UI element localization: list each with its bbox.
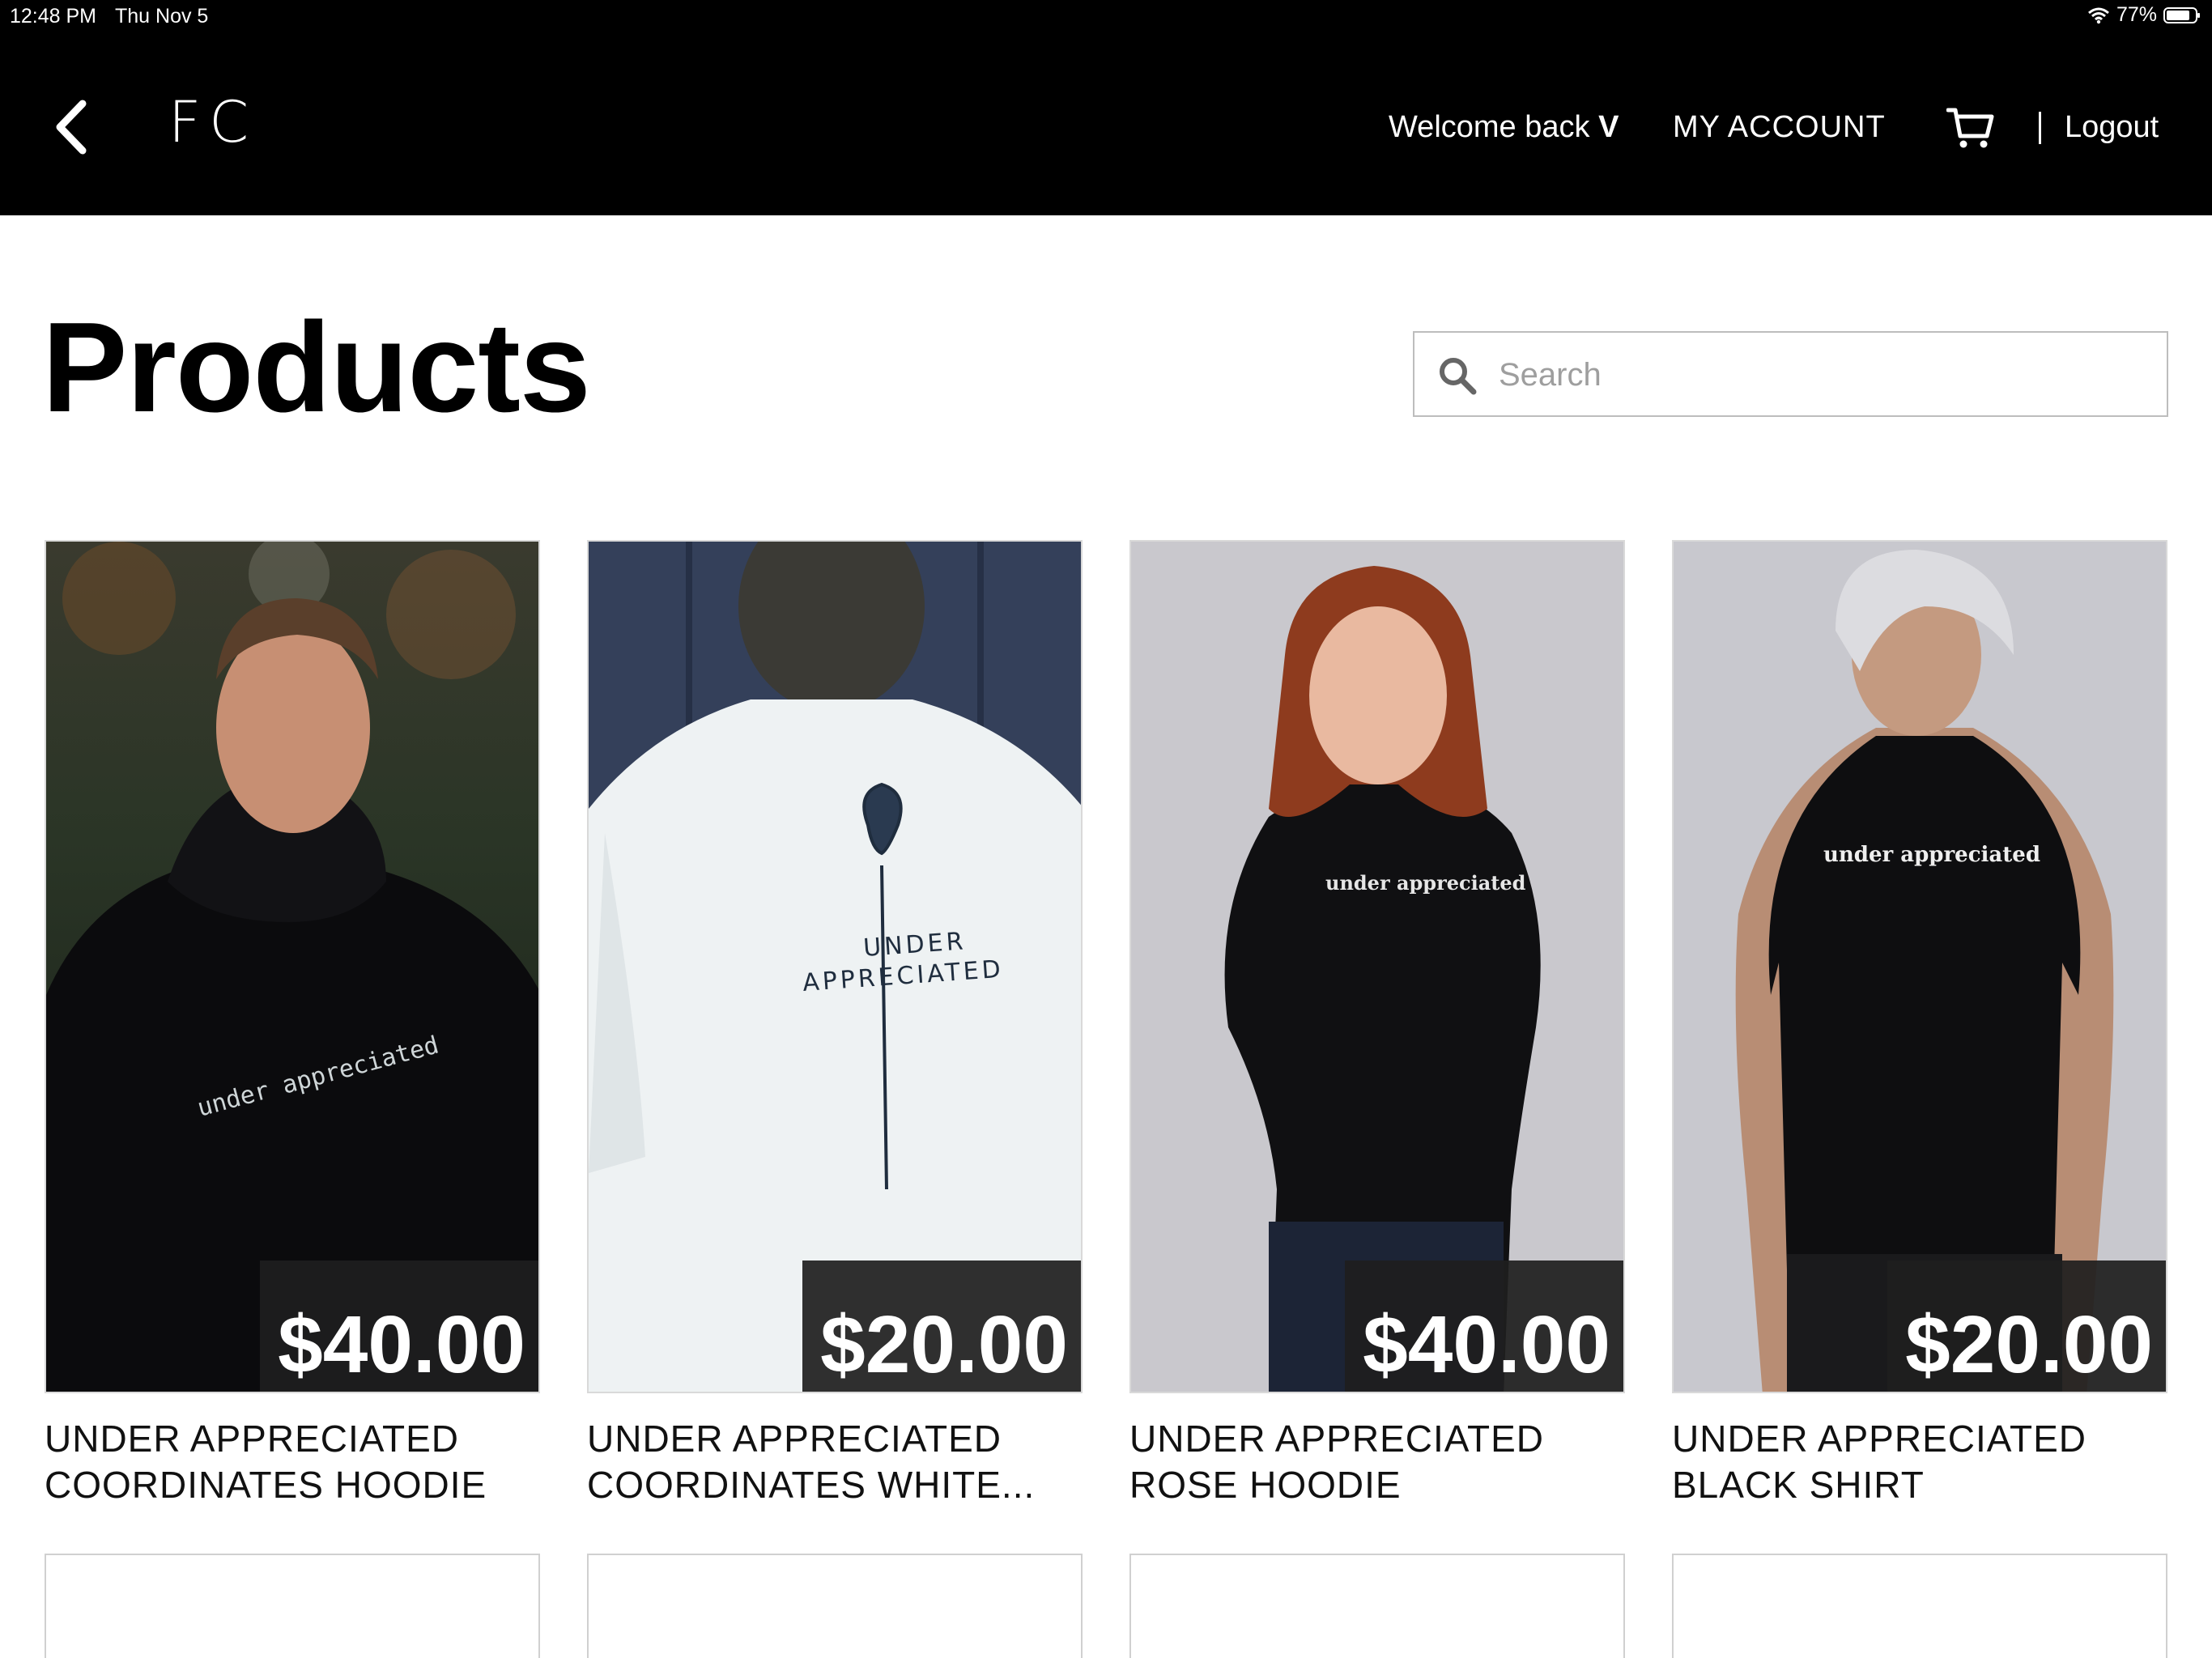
price-tag: $20.00: [1887, 1261, 2166, 1392]
product-image[interactable]: under appreciated $40.00: [1129, 540, 1625, 1393]
product-image[interactable]: under appreciated $20.00: [1672, 540, 2167, 1393]
svg-text:under appreciated: under appreciated: [1325, 871, 1526, 895]
price-tag: $40.00: [260, 1261, 538, 1392]
app-root: 12:48 PM Thu Nov 5 77% FC Welcome back V…: [0, 0, 2212, 1658]
cart-icon: [1946, 108, 1994, 148]
product-image[interactable]: UNDER APPRECIATED $20.00: [587, 540, 1083, 1393]
product-name: UNDER APPRECIATED COORDINATES HOODIE: [45, 1416, 540, 1508]
logout-link[interactable]: Logout: [2065, 110, 2159, 145]
price-tag: $20.00: [802, 1261, 1081, 1392]
nav-divider: [2039, 112, 2041, 144]
product-card-placeholder[interactable]: [45, 1554, 540, 1658]
status-date: Thu Nov 5: [115, 5, 209, 28]
product-name: UNDER APPRECIATED ROSE HOODIE: [1129, 1416, 1625, 1508]
status-right: 77%: [2087, 3, 2201, 27]
product-name-line: COORDINATES WHITE...: [587, 1464, 1036, 1506]
product-card[interactable]: under appreciated $40.00 UNDER APPRECIAT…: [45, 540, 540, 1508]
product-name-line: UNDER APPRECIATED: [45, 1418, 460, 1460]
product-card-placeholder[interactable]: [1672, 1554, 2167, 1658]
product-name-line: UNDER APPRECIATED: [587, 1418, 1002, 1460]
product-image[interactable]: under appreciated $40.00: [45, 540, 540, 1393]
top-nav-bar: FC Welcome back V MY ACCOUNT Logout: [0, 36, 2212, 215]
product-card[interactable]: UNDER APPRECIATED $20.00 UNDER APPRECIAT…: [587, 540, 1083, 1508]
status-bar: 12:48 PM Thu Nov 5 77%: [0, 0, 2212, 36]
search-icon: [1440, 358, 1477, 395]
welcome-text: Welcome back: [1389, 110, 1590, 144]
product-name: UNDER APPRECIATED BLACK SHIRT: [1672, 1416, 2167, 1508]
product-name: UNDER APPRECIATED COORDINATES WHITE...: [587, 1416, 1083, 1508]
price-tag: $40.00: [1345, 1261, 1623, 1392]
product-card-placeholder[interactable]: [1129, 1554, 1625, 1658]
product-name-line: ROSE HOODIE: [1129, 1464, 1402, 1506]
search-input[interactable]: [1499, 346, 2146, 404]
wifi-icon: [2087, 6, 2110, 24]
user-initial: V: [1598, 110, 1619, 144]
my-account-link[interactable]: MY ACCOUNT: [1673, 110, 1886, 145]
back-button[interactable]: [50, 99, 96, 155]
svg-text:under appreciated: under appreciated: [1823, 843, 2040, 867]
product-card-placeholder[interactable]: [587, 1554, 1083, 1658]
battery-icon: [2163, 6, 2201, 24]
page-title: Products: [42, 296, 591, 439]
brand-logo[interactable]: FC: [168, 89, 257, 155]
welcome-message: Welcome back V: [1389, 110, 1619, 145]
status-time: 12:48 PM: [10, 5, 97, 28]
cart-button[interactable]: [1946, 107, 1995, 151]
product-name-line: BLACK SHIRT: [1672, 1464, 1925, 1506]
product-card[interactable]: under appreciated $40.00 UNDER APPRECIAT…: [1129, 540, 1625, 1508]
chevron-left-icon: [56, 100, 87, 155]
product-name-line: COORDINATES HOODIE: [45, 1464, 487, 1506]
product-name-line: UNDER APPRECIATED: [1672, 1418, 2087, 1460]
product-name-line: UNDER APPRECIATED: [1129, 1418, 1545, 1460]
search-box[interactable]: [1413, 331, 2168, 417]
product-card[interactable]: under appreciated $20.00 UNDER APPRECIAT…: [1672, 540, 2167, 1508]
battery-percent: 77%: [2116, 3, 2157, 26]
